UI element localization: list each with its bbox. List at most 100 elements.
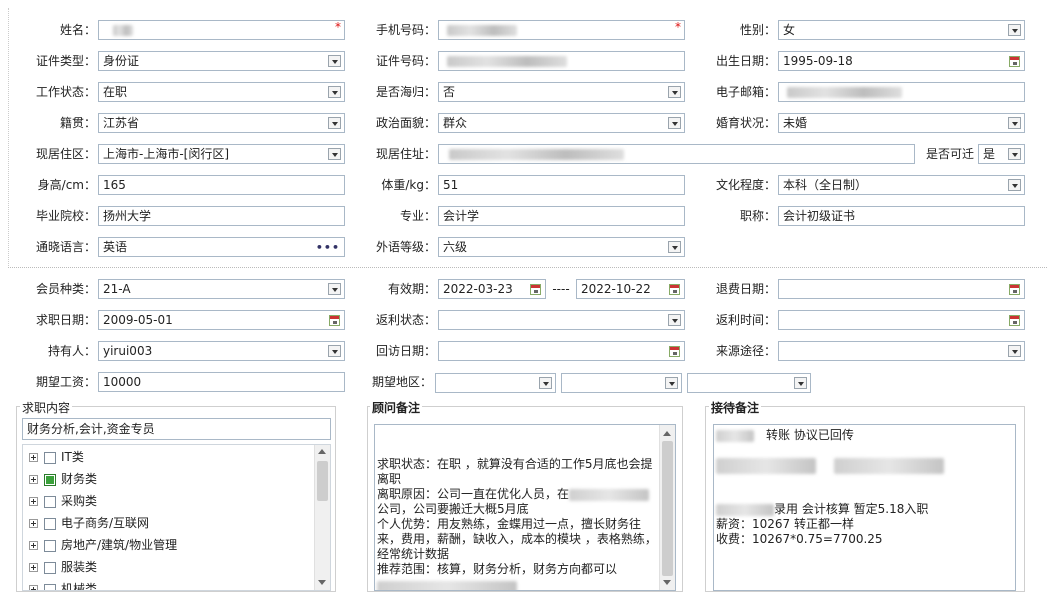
validity-to-field[interactable]: 2022-10-22 (576, 279, 685, 299)
tree-item-finance[interactable]: 财务类 (29, 468, 97, 490)
more-options-icon[interactable]: ••• (316, 242, 340, 254)
chevron-down-icon[interactable] (668, 117, 681, 129)
source-select[interactable] (778, 341, 1025, 361)
expand-icon[interactable] (29, 497, 38, 506)
calendar-icon[interactable] (530, 284, 541, 295)
checkbox[interactable] (44, 517, 56, 530)
checkbox-checked[interactable] (44, 473, 56, 486)
tree-item-apparel[interactable]: 服装类 (29, 556, 97, 578)
expand-icon[interactable] (29, 453, 38, 462)
chevron-down-icon[interactable] (668, 86, 681, 98)
expand-icon[interactable] (29, 519, 38, 528)
area-district-select[interactable] (687, 373, 811, 393)
chevron-down-icon[interactable] (1008, 24, 1021, 36)
chevron-down-icon[interactable] (1008, 345, 1021, 357)
id-type-select[interactable]: 身份证 (98, 51, 345, 71)
name-field[interactable]: * (98, 20, 345, 40)
chevron-down-icon[interactable] (328, 55, 341, 67)
holder-select[interactable]: yirui003 (98, 341, 345, 361)
transfer-select[interactable]: 是 (978, 144, 1025, 164)
area-province-select[interactable] (435, 373, 556, 393)
native-place-select[interactable]: 江苏省 (98, 113, 345, 133)
education-label: 文化程度： (715, 178, 776, 192)
chevron-down-icon[interactable] (1008, 179, 1021, 191)
phone-field[interactable]: * (438, 20, 685, 40)
returnee-value: 否 (443, 85, 456, 99)
returnee-select[interactable]: 否 (438, 82, 685, 102)
height-label: 身高/cm： (37, 178, 96, 192)
political-select[interactable]: 群众 (438, 113, 685, 133)
chevron-down-icon[interactable] (794, 377, 807, 389)
weight-field[interactable]: 51 (438, 175, 685, 195)
scroll-up-icon[interactable] (663, 431, 671, 436)
checkbox[interactable] (44, 583, 56, 590)
chevron-down-icon[interactable] (328, 86, 341, 98)
scroll-thumb[interactable] (662, 441, 673, 576)
job-title-field[interactable]: 会计初级证书 (778, 206, 1025, 226)
major-field[interactable]: 会计学 (438, 206, 685, 226)
calendar-icon[interactable] (1009, 56, 1020, 67)
advisor-notes-scrollbar[interactable] (659, 425, 675, 590)
expand-icon[interactable] (29, 563, 38, 572)
calendar-icon[interactable] (1009, 284, 1020, 295)
marital-select[interactable]: 未婚 (778, 113, 1025, 133)
calendar-icon[interactable] (669, 346, 680, 357)
chevron-down-icon[interactable] (665, 377, 678, 389)
chevron-down-icon[interactable] (668, 241, 681, 253)
checkbox[interactable] (44, 495, 56, 508)
chevron-down-icon[interactable] (328, 117, 341, 129)
apply-date-field[interactable]: 2009-05-01 (98, 310, 345, 330)
chevron-down-icon[interactable] (1008, 117, 1021, 129)
rebate-status-select[interactable] (438, 310, 685, 330)
calendar-icon[interactable] (669, 284, 680, 295)
chevron-down-icon[interactable] (328, 148, 341, 160)
scroll-up-icon[interactable] (318, 449, 326, 454)
tree-item-purchasing[interactable]: 采购类 (29, 490, 97, 512)
expand-icon[interactable] (29, 541, 38, 550)
rebate-status-label: 返利状态： (375, 313, 436, 327)
expected-salary-label: 期望工资： (35, 375, 96, 389)
refund-date-field[interactable] (778, 279, 1025, 299)
checkbox[interactable] (44, 539, 56, 552)
gender-select[interactable]: 女 (778, 20, 1025, 40)
chevron-down-icon[interactable] (539, 377, 552, 389)
chevron-down-icon[interactable] (328, 345, 341, 357)
language-field[interactable]: 英语 ••• (98, 237, 345, 257)
school-field[interactable]: 扬州大学 (98, 206, 345, 226)
height-field[interactable]: 165 (98, 175, 345, 195)
checkbox[interactable] (44, 451, 56, 464)
checkbox[interactable] (44, 561, 56, 574)
member-type-select[interactable]: 21-A (98, 279, 345, 299)
tree-scrollbar[interactable] (314, 445, 330, 590)
area-city-select[interactable] (561, 373, 682, 393)
id-number-field[interactable] (438, 51, 685, 71)
expected-salary-field[interactable]: 10000 (98, 372, 345, 392)
validity-from-field[interactable]: 2022-03-23 (438, 279, 546, 299)
work-status-select[interactable]: 在职 (98, 82, 345, 102)
chevron-down-icon[interactable] (668, 314, 681, 326)
rebate-time-field[interactable] (778, 310, 1025, 330)
language-level-select[interactable]: 六级 (438, 237, 685, 257)
scroll-thumb[interactable] (317, 461, 328, 501)
advisor-notes-textarea[interactable]: 求职状态：在职 ，就算没有合适的工作5月底也会提离职 离职原因：公司一直在优化人… (374, 424, 676, 591)
email-field[interactable] (778, 82, 1025, 102)
tree-item-realestate[interactable]: 房地产/建筑/物业管理 (29, 534, 177, 556)
birth-date-field[interactable]: 1995-09-18 (778, 51, 1025, 71)
visit-date-field[interactable] (438, 341, 685, 361)
expand-icon[interactable] (29, 475, 38, 484)
tree-item-ecommerce[interactable]: 电子商务/互联网 (29, 512, 149, 534)
address-field[interactable] (438, 144, 915, 164)
education-select[interactable]: 本科（全日制） (778, 175, 1025, 195)
region-select[interactable]: 上海市-上海市-[闵行区] (98, 144, 345, 164)
calendar-icon[interactable] (1009, 315, 1020, 326)
calendar-icon[interactable] (329, 315, 340, 326)
tree-item-machinery[interactable]: 机械类 (29, 578, 97, 590)
chevron-down-icon[interactable] (328, 283, 341, 295)
job-content-selected[interactable]: 财务分析,会计,资金专员 (22, 418, 331, 440)
tree-item-it[interactable]: IT类 (29, 446, 84, 468)
chevron-down-icon[interactable] (1008, 148, 1021, 160)
scroll-down-icon[interactable] (663, 580, 671, 585)
scroll-down-icon[interactable] (318, 580, 326, 585)
expand-icon[interactable] (29, 585, 38, 590)
reception-notes-textarea[interactable]: 转账 协议已回传 录用 会计核算 暂定5.18入职 薪资：10267 转正都一样… (713, 424, 1016, 591)
